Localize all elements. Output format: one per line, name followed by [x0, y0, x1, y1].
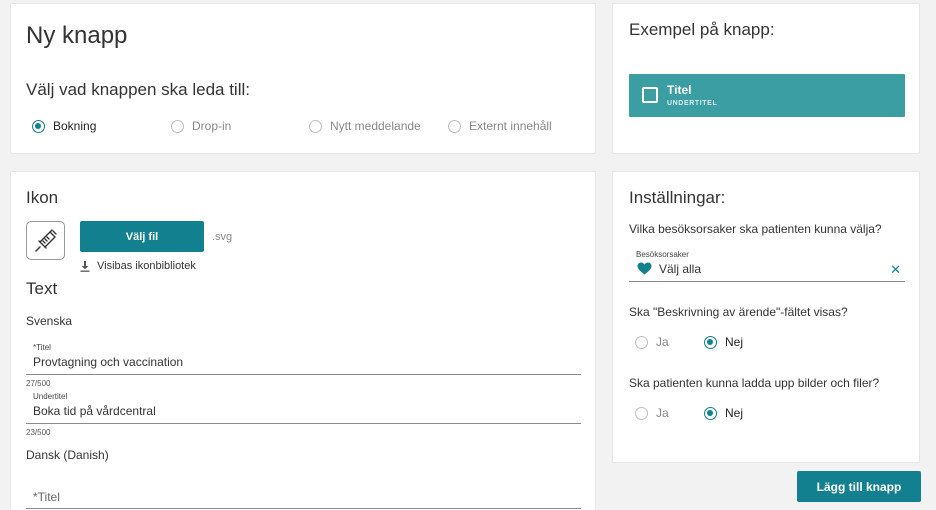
- cause-question: Vilka besöksorsaker ska patienten kunna …: [629, 222, 882, 236]
- radio-selected-icon: [704, 406, 717, 420]
- upload-question: Ska patienten kunna ladda upp bilder och…: [629, 376, 880, 390]
- visit-cause-value: Välj alla: [659, 262, 702, 276]
- radio-unselected-icon: [635, 335, 648, 349]
- download-icon: [80, 260, 90, 272]
- radio-unselected-icon: [635, 406, 648, 420]
- preview-button-title: Titel: [667, 83, 692, 97]
- icon-library-link[interactable]: Visibas ikonbibliotek: [80, 260, 196, 272]
- radio-upload-ja[interactable]: Ja: [635, 406, 669, 420]
- radio-unselected-icon: [309, 119, 322, 133]
- radio-selected-icon: [704, 335, 717, 349]
- icon-heading: Ikon: [26, 188, 59, 207]
- icon-preview: [26, 221, 65, 260]
- radio-description-ja[interactable]: Ja: [635, 335, 669, 349]
- swedish-label: Svenska: [26, 314, 73, 328]
- title-char-counter: 27/500: [26, 379, 51, 388]
- settings-card: Inställningar: Vilka besöksorsaker ska p…: [612, 171, 920, 463]
- preview-title: Exempel på knapp:: [629, 20, 775, 39]
- radio-selected-icon: [32, 119, 45, 133]
- radio-externt-innehall[interactable]: Externt innehåll: [448, 119, 552, 133]
- syringe-icon: [34, 228, 57, 252]
- swedish-subtitle-field[interactable]: Undertitel Boka tid på vårdcentral: [26, 392, 581, 424]
- page-title: Ny knapp: [26, 22, 128, 49]
- radio-description-nej[interactable]: Nej: [704, 335, 743, 349]
- danish-title-field[interactable]: *Titel: [26, 485, 581, 509]
- radio-unselected-icon: [448, 119, 461, 133]
- checkbox-icon: [642, 87, 658, 103]
- radio-drop-in[interactable]: Drop-in: [171, 119, 231, 133]
- heart-icon: [637, 262, 652, 275]
- button-type-card: Ny knapp Välj vad knappen ska leda till:…: [10, 3, 596, 154]
- preview-card: Exempel på knapp: Titel UNDERTITEL: [612, 3, 920, 154]
- visit-cause-label: Besöksorsaker: [636, 250, 689, 259]
- settings-title: Inställningar:: [629, 188, 726, 207]
- icon-text-card: Ikon Välj fil .svg Visibas ikonbibliotek…: [10, 171, 596, 510]
- destination-question: Välj vad knappen ska leda till:: [26, 80, 250, 99]
- preview-button-subtitle: UNDERTITEL: [667, 100, 718, 107]
- radio-nytt-meddelande[interactable]: Nytt meddelande: [309, 119, 421, 133]
- swedish-title-field[interactable]: *Titel Provtagning och vaccination: [26, 343, 581, 375]
- visit-cause-select[interactable]: Besöksorsaker Välj alla ✕: [629, 249, 905, 282]
- add-button[interactable]: Lägg till knapp: [797, 471, 921, 502]
- radio-bokning[interactable]: Bokning: [32, 119, 96, 133]
- subtitle-char-counter: 23/500: [26, 428, 51, 437]
- text-heading: Text: [26, 279, 58, 298]
- radio-unselected-icon: [171, 119, 184, 133]
- radio-upload-nej[interactable]: Nej: [704, 406, 743, 420]
- description-question: Ska "Beskrivning av ärende"-fältet visas…: [629, 305, 848, 319]
- preview-button: Titel UNDERTITEL: [629, 74, 905, 117]
- choose-file-button[interactable]: Välj fil: [80, 221, 204, 252]
- file-type-hint: .svg: [212, 231, 233, 243]
- clear-icon[interactable]: ✕: [890, 262, 901, 278]
- danish-label: Dansk (Danish): [26, 448, 109, 462]
